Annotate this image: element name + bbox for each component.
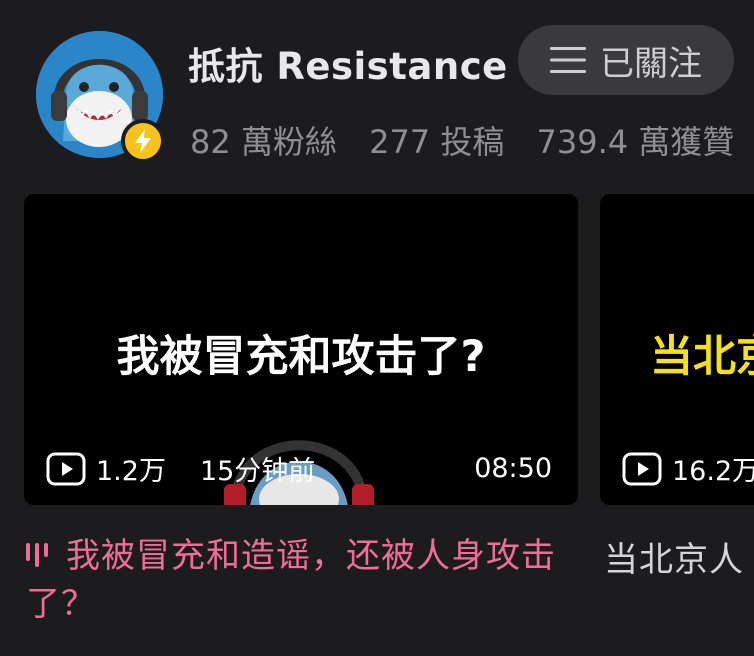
menu-icon xyxy=(550,47,586,73)
following-label: 已關注 xyxy=(600,43,702,84)
video-title[interactable]: 当北京人 xyxy=(604,532,744,581)
video-title[interactable]: 我被冒充和造谣，还被人身攻击了？ xyxy=(26,532,566,628)
following-button[interactable]: 已關注 xyxy=(518,25,734,95)
now-playing-icon xyxy=(26,542,48,567)
likes-count: 739.4 萬獲贊 xyxy=(536,123,735,161)
video-cover-text: 当北京 xyxy=(650,332,754,382)
channel-name: 抵抗 Resistance xyxy=(188,45,508,88)
channel-stats: 82 萬粉絲 277 投稿 739.4 萬獲贊 xyxy=(190,117,754,163)
play-count-icon xyxy=(46,452,86,485)
video-title-text: 我被冒充和造谣，还被人身攻击了？ xyxy=(26,536,556,624)
video-card[interactable]: 我被冒充和攻击了? 1.2万 15分钟前 08:50 xyxy=(24,194,578,505)
play-count-icon xyxy=(622,452,662,485)
view-count: 16.2万 xyxy=(672,456,754,487)
followers-count: 82 萬粉絲 xyxy=(190,123,337,161)
video-cover-text: 我被冒充和攻击了? xyxy=(116,332,486,382)
uploads-count: 277 投稿 xyxy=(369,123,505,161)
view-count: 1.2万 xyxy=(96,456,166,487)
upload-time: 15分钟前 xyxy=(199,456,316,487)
video-card[interactable]: 当北京 16.2万 xyxy=(600,194,754,505)
verified-bolt-icon xyxy=(121,119,165,163)
video-duration: 08:50 xyxy=(474,453,552,484)
